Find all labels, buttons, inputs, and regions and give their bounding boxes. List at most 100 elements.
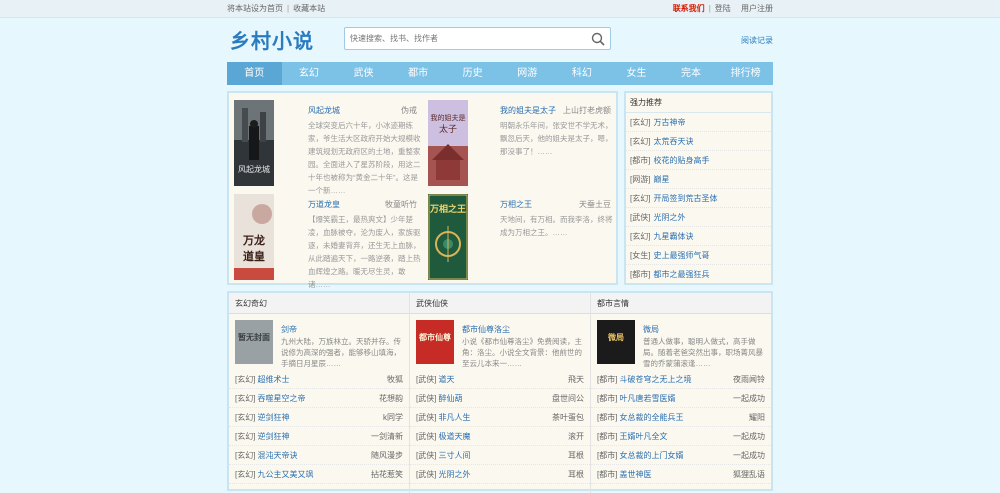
genre-tag[interactable]: [玄幻] bbox=[235, 375, 255, 384]
genre-tag[interactable]: [武侠] bbox=[416, 375, 436, 384]
list-item[interactable]: [武侠] 三寸人间 耳根 bbox=[410, 446, 590, 465]
book-title[interactable]: 都市仙尊洛尘 bbox=[462, 324, 510, 335]
book-link[interactable]: 醉仙葫 bbox=[438, 394, 462, 403]
contact-link[interactable]: 联系我们 bbox=[673, 4, 705, 13]
author-link[interactable]: 一起成功 bbox=[733, 389, 765, 408]
list-item[interactable]: [都市] 叶凡唐若雪医婿 一起成功 bbox=[591, 389, 771, 408]
genre-tag[interactable]: [都市] bbox=[597, 451, 617, 460]
list-item[interactable]: [都市] 盖世神医 狐狸乱语 bbox=[591, 465, 771, 484]
recommend-item[interactable]: [玄幻] 太荒吞天诀 bbox=[626, 132, 771, 151]
nav-item[interactable]: 科幻 bbox=[555, 62, 610, 85]
book-link[interactable]: 混沌天帝诀 bbox=[257, 451, 297, 460]
author-link[interactable]: 夜雨闻铃 bbox=[733, 370, 765, 389]
list-item[interactable]: [玄幻] 逆剑狂神 k同学 bbox=[229, 408, 409, 427]
book-link[interactable]: 校花的贴身高手 bbox=[653, 156, 709, 165]
author-link[interactable]: 随风漫步 bbox=[371, 446, 403, 465]
genre-tag[interactable]: [玄幻] bbox=[235, 470, 255, 479]
genre-tag[interactable]: [武侠] bbox=[630, 213, 650, 222]
genre-tag[interactable]: [玄幻] bbox=[235, 413, 255, 422]
book-link[interactable]: 叶凡唐若雪医婿 bbox=[619, 394, 675, 403]
nav-item[interactable]: 历史 bbox=[445, 62, 500, 85]
book-author[interactable]: 天蚕土豆 bbox=[579, 199, 611, 210]
nav-item[interactable]: 玄幻 bbox=[282, 62, 337, 85]
book-title[interactable]: 我的姐夫是太子 bbox=[500, 105, 556, 116]
genre-tag[interactable]: [女生] bbox=[630, 251, 650, 260]
nav-item[interactable]: 完本 bbox=[664, 62, 719, 85]
list-item[interactable]: [玄幻] 吞噬星空之帝 花想韵 bbox=[229, 389, 409, 408]
recommend-item[interactable]: [都市] 都市之最强狂兵 bbox=[626, 265, 771, 284]
book-link[interactable]: 巅星 bbox=[653, 175, 669, 184]
genre-tag[interactable]: [武侠] bbox=[416, 451, 436, 460]
book-link[interactable]: 极道天魔 bbox=[438, 432, 470, 441]
list-item[interactable]: [玄幻] 逆剑狂神 一剑清新 bbox=[229, 427, 409, 446]
book-cover[interactable]: 我的姐夫是 太子 bbox=[428, 100, 468, 186]
genre-tag[interactable]: [都市] bbox=[597, 413, 617, 422]
book-cover[interactable]: 风起龙城 bbox=[234, 100, 274, 186]
reading-history-link[interactable]: 阅读记录 bbox=[741, 35, 773, 46]
book-link[interactable]: 逆剑狂神 bbox=[257, 432, 289, 441]
list-item[interactable]: [武侠] 极道天魔 滚开 bbox=[410, 427, 590, 446]
genre-tag[interactable]: [玄幻] bbox=[630, 194, 650, 203]
book-title[interactable]: 剑帝 bbox=[281, 324, 297, 335]
nav-item[interactable]: 首页 bbox=[227, 62, 282, 85]
genre-tag[interactable]: [都市] bbox=[597, 394, 617, 403]
author-link[interactable]: 一剑清新 bbox=[371, 427, 403, 446]
column-featured-book[interactable]: 都市仙尊 都市仙尊洛尘 小说《都市仙尊洛尘》免费阅读，主角：洛尘。小说全文背景：他前… bbox=[410, 314, 590, 370]
author-link[interactable]: 一起成功 bbox=[733, 427, 765, 446]
book-link[interactable]: 光阴之外 bbox=[653, 213, 685, 222]
book-cover[interactable]: 都市仙尊 bbox=[416, 320, 454, 364]
genre-tag[interactable]: [都市] bbox=[597, 432, 617, 441]
book-link[interactable]: 女总裁的全能兵王 bbox=[619, 413, 683, 422]
author-link[interactable]: 拈花惹笑 bbox=[371, 465, 403, 484]
nav-item[interactable]: 武侠 bbox=[336, 62, 391, 85]
list-item[interactable]: [都市] 女总裁的上门女婿 一起成功 bbox=[591, 446, 771, 465]
author-link[interactable]: 茶叶蛋包 bbox=[552, 408, 584, 427]
list-item[interactable]: [武侠] 道天 飛天 bbox=[410, 370, 590, 389]
column-featured-book[interactable]: 暂无封面 剑帝 九州大陆，万族林立。天骄并存。传说修为高深的强者，能够移山填海，手摘… bbox=[229, 314, 409, 370]
search-icon[interactable] bbox=[591, 32, 605, 46]
list-item[interactable]: [玄幻] 超维术士 牧狐 bbox=[229, 370, 409, 389]
site-logo[interactable]: 乡村小说 bbox=[230, 25, 314, 54]
genre-tag[interactable]: [武侠] bbox=[416, 470, 436, 479]
book-title[interactable]: 万相之王 bbox=[500, 199, 532, 210]
genre-tag[interactable]: [都市] bbox=[597, 375, 617, 384]
book-link[interactable]: 女总裁的上门女婿 bbox=[619, 451, 683, 460]
book-link[interactable]: 万古神帝 bbox=[653, 118, 685, 127]
author-link[interactable]: 一起成功 bbox=[733, 446, 765, 465]
set-home-link[interactable]: 将本站设为首页 bbox=[227, 4, 283, 13]
genre-tag[interactable]: [玄幻] bbox=[235, 394, 255, 403]
list-item[interactable]: [玄幻] 混沌天帝诀 随风漫步 bbox=[229, 446, 409, 465]
book-link[interactable]: 道天 bbox=[438, 375, 454, 384]
book-title[interactable]: 风起龙城 bbox=[308, 105, 340, 116]
author-link[interactable]: 滚开 bbox=[568, 427, 584, 446]
book-link[interactable]: 王婿叶凡全文 bbox=[619, 432, 667, 441]
featured-book[interactable]: 万相之王 万相之王 天蚕土豆 天地间，有万相。而我李洛，终将成为万相之王。…… bbox=[425, 191, 615, 283]
author-link[interactable]: 狐狸乱语 bbox=[733, 465, 765, 484]
genre-tag[interactable]: [武侠] bbox=[416, 413, 436, 422]
genre-tag[interactable]: [都市] bbox=[597, 470, 617, 479]
book-author[interactable]: 牧童听竹 bbox=[385, 199, 417, 210]
featured-book[interactable]: 风起龙城 风起龙城 伪戒 全球突变后六十年，小冰迹期练家，爷生活大区政府开始大规… bbox=[231, 97, 421, 195]
book-link[interactable]: 九公主又美又飒 bbox=[257, 470, 313, 479]
book-link[interactable]: 非凡人生 bbox=[438, 413, 470, 422]
genre-tag[interactable]: [玄幻] bbox=[630, 232, 650, 241]
recommend-item[interactable]: [玄幻] 万古神帝 bbox=[626, 113, 771, 132]
genre-tag[interactable]: [玄幻] bbox=[235, 432, 255, 441]
login-link[interactable]: 登陆 bbox=[715, 4, 731, 13]
author-link[interactable]: 耀阳 bbox=[749, 408, 765, 427]
register-link[interactable]: 用户注册 bbox=[741, 4, 773, 13]
nav-item[interactable]: 都市 bbox=[391, 62, 446, 85]
recommend-item[interactable]: [都市] 校花的贴身高手 bbox=[626, 151, 771, 170]
book-link[interactable]: 超维术士 bbox=[257, 375, 289, 384]
nav-item[interactable]: 女生 bbox=[609, 62, 664, 85]
genre-tag[interactable]: [玄幻] bbox=[630, 118, 650, 127]
featured-book[interactable]: 万龙 道皇 万道龙皇 牧童听竹 【爆笑霸王，最热爽文】少年楚凌，血脉被夺，沦为废人… bbox=[231, 191, 421, 289]
author-link[interactable]: 盘世间公 bbox=[552, 389, 584, 408]
genre-tag[interactable]: [都市] bbox=[630, 156, 650, 165]
book-link[interactable]: 光阴之外 bbox=[438, 470, 470, 479]
book-link[interactable]: 九星霸体诀 bbox=[653, 232, 693, 241]
list-item[interactable]: [都市] 斗破苍穹之无上之境 夜雨闻铃 bbox=[591, 370, 771, 389]
book-link[interactable]: 都市之最强狂兵 bbox=[653, 270, 709, 279]
author-link[interactable]: 飛天 bbox=[568, 370, 584, 389]
list-item[interactable]: [武侠] 非凡人生 茶叶蛋包 bbox=[410, 408, 590, 427]
